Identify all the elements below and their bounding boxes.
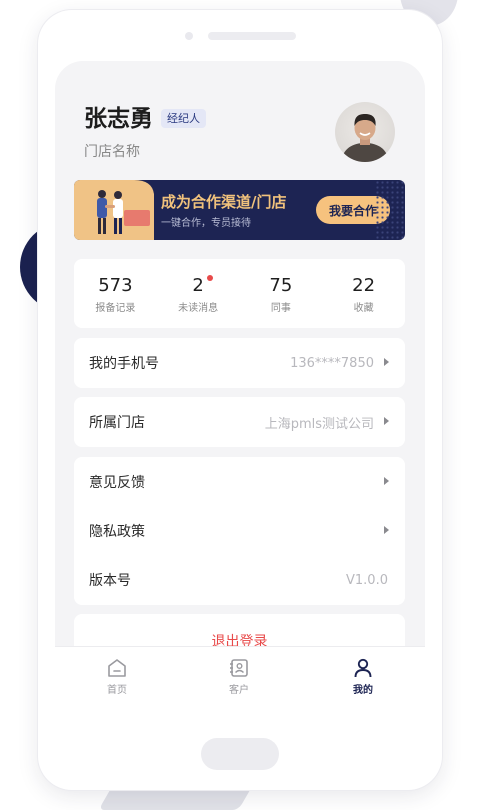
banner-handshake-illustration <box>74 180 154 240</box>
stat-label: 未读消息 <box>178 303 219 314</box>
tab-label: 客户 <box>229 685 249 696</box>
tab-label: 我的 <box>353 685 373 696</box>
banner-subtitle: 一键合作，专员接待 <box>161 218 251 229</box>
row-label: 意见反馈 <box>89 475 145 491</box>
chevron-right-icon <box>384 477 389 485</box>
tab-label: 首页 <box>107 685 127 696</box>
privacy-policy-row[interactable]: 隐私政策 <box>74 506 405 556</box>
stats-card: 573 报备记录 2 未读消息 75 同事 22 收藏 <box>74 259 405 328</box>
stat-report-records[interactable]: 573 报备记录 <box>74 259 157 328</box>
row-label: 版本号 <box>89 573 131 589</box>
home-indicator[interactable] <box>201 738 279 770</box>
stat-value: 75 <box>269 275 293 296</box>
stat-value: 2 <box>192 275 204 296</box>
role-badge: 经纪人 <box>161 109 206 128</box>
person-icon <box>354 658 372 678</box>
stat-value: 573 <box>98 275 133 296</box>
user-name: 张志勇 <box>84 106 153 132</box>
settings-menu: 意见反馈 隐私政策 版本号 V1.0.0 <box>74 457 405 605</box>
phone-number-row[interactable]: 我的手机号 136****7850 <box>74 338 405 388</box>
bottom-tab-bar: 首页 客户 我的 <box>55 646 425 711</box>
stat-unread-messages[interactable]: 2 未读消息 <box>157 259 240 328</box>
avatar[interactable] <box>335 102 395 162</box>
chevron-right-icon <box>384 358 389 366</box>
partner-banner[interactable]: 成为合作渠道/门店 一键合作，专员接待 我要合作 <box>74 180 405 240</box>
store-name: 门店名称 <box>84 144 140 160</box>
tab-home[interactable]: 首页 <box>67 647 167 711</box>
chevron-right-icon <box>384 526 389 534</box>
tab-mine[interactable]: 我的 <box>313 647 413 711</box>
notification-dot <box>206 275 213 281</box>
speaker-slot <box>208 32 296 40</box>
affiliated-store-row[interactable]: 所属门店 上海pmls测试公司 <box>74 397 405 447</box>
feedback-row[interactable]: 意见反馈 <box>74 457 405 507</box>
stat-value: 22 <box>352 275 376 296</box>
stat-label: 同事 <box>270 303 291 314</box>
store-value: 上海pmls测试公司 <box>264 416 374 432</box>
profile-screen: 张志勇 经纪人 门店名称 成为合作渠道/门店 一键合作，专员接待 我要合作 57… <box>55 61 425 711</box>
stat-label: 收藏 <box>353 303 374 314</box>
stat-label: 报备记录 <box>95 303 136 314</box>
home-icon <box>108 659 126 677</box>
stat-colleagues[interactable]: 75 同事 <box>240 259 323 328</box>
camera-dot <box>185 32 193 40</box>
row-label: 隐私政策 <box>89 524 145 540</box>
avatar-person-image <box>341 114 389 162</box>
tab-customers[interactable]: 客户 <box>189 647 289 711</box>
chevron-right-icon <box>384 417 389 425</box>
banner-dot-pattern <box>375 180 405 240</box>
phone-number-value: 136****7850 <box>290 355 374 371</box>
phone-frame: 张志勇 经纪人 门店名称 成为合作渠道/门店 一键合作，专员接待 我要合作 57… <box>38 10 442 790</box>
version-row: 版本号 V1.0.0 <box>74 555 405 605</box>
row-label: 我的手机号 <box>89 356 159 372</box>
contacts-icon <box>230 659 248 677</box>
stat-favorites[interactable]: 22 收藏 <box>322 259 405 328</box>
version-value: V1.0.0 <box>346 572 388 588</box>
row-label: 所属门店 <box>89 415 145 431</box>
banner-title: 成为合作渠道/门店 <box>161 193 287 211</box>
